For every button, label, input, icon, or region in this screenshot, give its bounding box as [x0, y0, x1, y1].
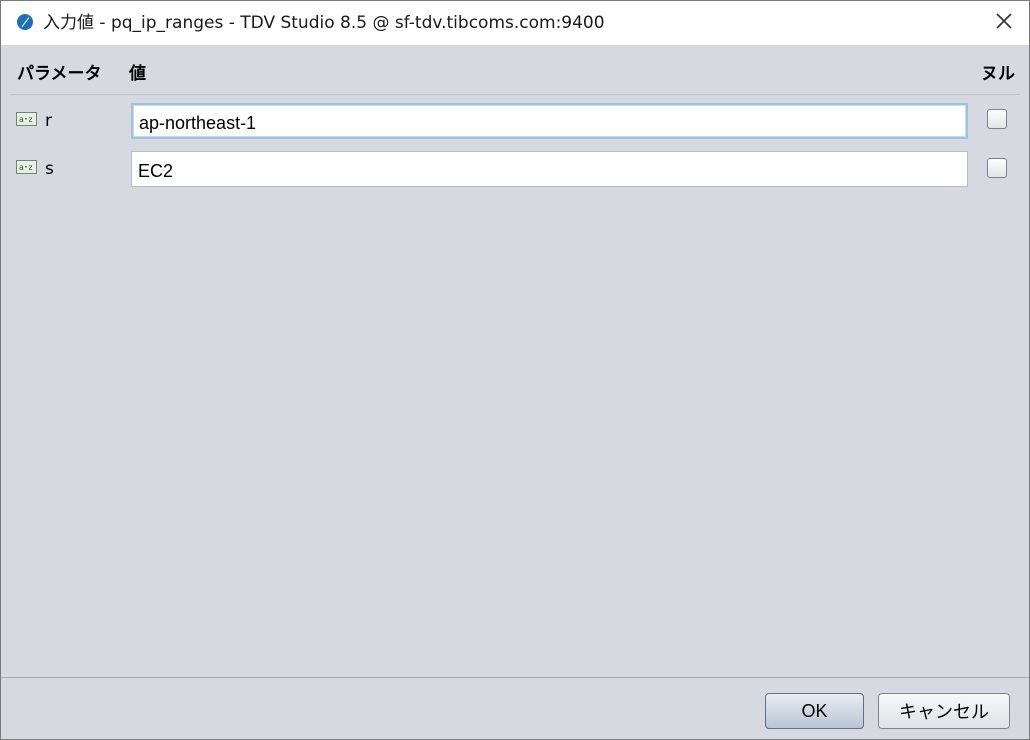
parameter-name: s [45, 159, 54, 179]
string-type-icon: a z [16, 112, 37, 126]
footer-divider [1, 677, 1029, 678]
column-header-null: ヌル [981, 64, 1015, 84]
column-header-value: 値 [129, 64, 146, 84]
null-checkbox-r[interactable] [987, 109, 1007, 129]
svg-text:z: z [28, 163, 33, 172]
window-title: 入力値 - pq_ip_ranges - TDV Studio 8.5 @ sf… [43, 13, 605, 33]
input-values-dialog: 入力値 - pq_ip_ranges - TDV Studio 8.5 @ sf… [0, 0, 1030, 740]
parameter-name: r [45, 111, 52, 131]
ok-button[interactable]: OK [765, 693, 864, 729]
svg-text:a: a [19, 163, 24, 172]
null-checkbox-s[interactable] [987, 158, 1007, 178]
title-bar: 入力値 - pq_ip_ranges - TDV Studio 8.5 @ sf… [1, 1, 1029, 45]
cancel-button[interactable]: キャンセル [878, 693, 1010, 729]
close-button[interactable] [989, 9, 1019, 37]
tdv-feather-icon [17, 14, 33, 30]
svg-text:a: a [19, 115, 24, 124]
header-divider [10, 94, 1020, 95]
value-input-s[interactable] [131, 151, 968, 187]
string-type-icon: a z [16, 160, 37, 174]
value-input-r[interactable] [131, 103, 968, 139]
svg-text:z: z [28, 115, 33, 124]
column-header-parameter: パラメータ [17, 64, 102, 84]
close-x-icon [995, 12, 1013, 34]
